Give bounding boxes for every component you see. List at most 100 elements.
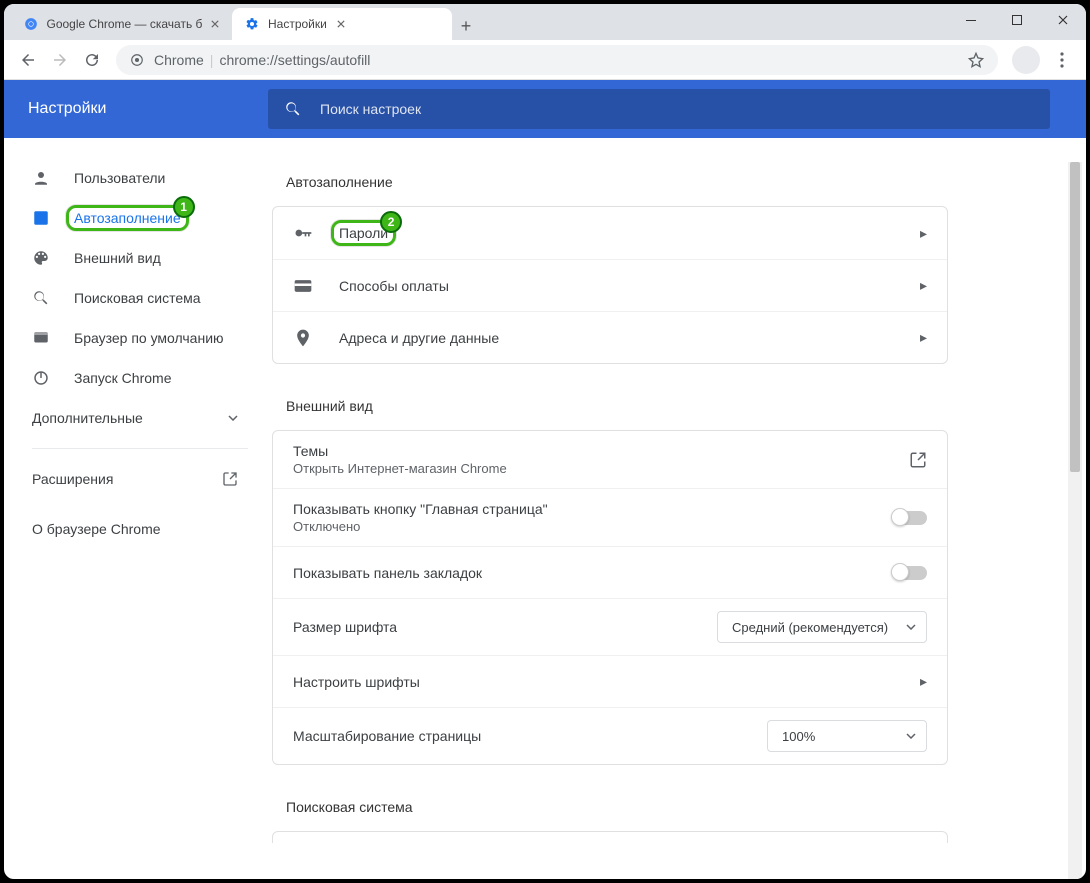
row-label: Темы (293, 443, 909, 459)
search-icon (32, 289, 52, 307)
chevron-down-icon (906, 624, 916, 630)
reload-button[interactable] (76, 44, 108, 76)
chevron-down-icon (906, 733, 916, 739)
bookmarks-toggle[interactable] (893, 566, 927, 580)
row-sublabel: Отключено (293, 519, 893, 534)
power-icon (32, 369, 52, 387)
sidebar-advanced[interactable]: Дополнительные (12, 398, 268, 438)
sidebar-item-search-engine[interactable]: Поисковая система (12, 278, 268, 318)
chrome-icon (130, 53, 144, 67)
sidebar-item-default-browser[interactable]: Браузер по умолчанию (12, 318, 268, 358)
pin-icon (293, 328, 313, 348)
tab-active[interactable]: Настройки (232, 8, 452, 40)
chevron-right-icon: ▸ (920, 225, 927, 242)
row-bookmarks-bar: Показывать панель закладок (273, 546, 947, 598)
card-icon (293, 276, 313, 296)
new-tab-button[interactable]: + (452, 12, 480, 40)
select-value: 100% (782, 729, 815, 744)
open-external-icon (909, 451, 927, 469)
row-label: Масштабирование страницы (293, 728, 767, 744)
address-bar[interactable]: Chrome | chrome://settings/autofill (116, 45, 998, 75)
person-icon (32, 169, 52, 187)
settings-header: Настройки (4, 80, 1086, 138)
toolbar: Chrome | chrome://settings/autofill (4, 40, 1086, 80)
chevron-right-icon: ▸ (920, 277, 927, 294)
row-payment-methods[interactable]: Способы оплаты ▸ (273, 259, 947, 311)
row-home-button: Показывать кнопку "Главная страница" Отк… (273, 488, 947, 546)
close-window-button[interactable] (1040, 4, 1086, 36)
search-card (272, 831, 948, 843)
section-title-search: Поисковая система (286, 799, 948, 815)
tab-title: Настройки (268, 17, 327, 31)
row-sublabel: Открыть Интернет-магазин Chrome (293, 461, 909, 476)
main-panel: Автозаполнение Пароли 2 ▸ (268, 80, 1086, 879)
row-passwords[interactable]: Пароли 2 ▸ (273, 207, 947, 259)
row-label: Показывать кнопку "Главная страница" (293, 501, 893, 517)
profile-avatar[interactable] (1012, 46, 1040, 74)
settings-favicon-icon (244, 16, 260, 32)
sidebar-label: Браузер по умолчанию (74, 330, 224, 346)
chevron-right-icon: ▸ (920, 673, 927, 690)
bookmark-star-icon[interactable] (968, 52, 984, 68)
chevron-right-icon: ▸ (920, 329, 927, 346)
section-title-autofill: Автозаполнение (286, 174, 948, 190)
minimize-button[interactable] (948, 4, 994, 36)
annotation-badge-1: 1 (173, 196, 195, 218)
sidebar-label: Расширения (32, 471, 222, 487)
forward-button[interactable] (44, 44, 76, 76)
scrollbar[interactable] (1068, 162, 1082, 883)
tab-inactive[interactable]: Google Chrome — скачать бесп (12, 8, 232, 40)
tab-title: Google Chrome — скачать бесп (47, 17, 202, 31)
row-addresses[interactable]: Адреса и другие данные ▸ (273, 311, 947, 363)
browser-window: Google Chrome — скачать бесп Настройки + (0, 0, 1090, 883)
home-button-toggle[interactable] (893, 511, 927, 525)
window-controls (948, 4, 1086, 36)
sidebar-label: Запуск Chrome (74, 370, 171, 386)
row-page-zoom: Масштабирование страницы 100% (273, 707, 947, 764)
row-label: Показывать панель закладок (293, 565, 893, 581)
close-tab-icon[interactable] (208, 16, 223, 32)
autofill-card: Пароли 2 ▸ Способы оплаты ▸ (272, 206, 948, 364)
sidebar-item-startup[interactable]: Запуск Chrome (12, 358, 268, 398)
row-label: Настроить шрифты (293, 674, 920, 690)
assignment-icon (32, 209, 52, 227)
sidebar-label: Поисковая система (74, 290, 201, 306)
row-customize-fonts[interactable]: Настроить шрифты ▸ (273, 655, 947, 707)
sidebar-item-users[interactable]: Пользователи (12, 158, 268, 198)
sidebar-about[interactable]: О браузере Chrome (12, 509, 268, 549)
close-tab-icon[interactable] (333, 16, 349, 32)
maximize-button[interactable] (994, 4, 1040, 36)
settings-title: Настройки (4, 100, 268, 118)
select-value: Средний (рекомендуется) (732, 620, 888, 635)
search-settings-box[interactable] (268, 89, 1050, 129)
sidebar-label: Внешний вид (74, 250, 161, 266)
highlight-ring-1 (66, 205, 189, 231)
search-settings-input[interactable] (320, 101, 1034, 117)
zoom-select[interactable]: 100% (767, 720, 927, 752)
sidebar-extensions[interactable]: Расширения (12, 459, 268, 499)
sidebar-label: Пользователи (74, 170, 165, 186)
sidebar-label: О браузере Chrome (32, 521, 161, 537)
sidebar-item-appearance[interactable]: Внешний вид (12, 238, 268, 278)
sidebar: Пользователи Автозаполнение 1 Внешний ви… (4, 80, 268, 879)
sidebar-item-autofill[interactable]: Автозаполнение 1 (12, 198, 268, 238)
url-text: chrome://settings/autofill (219, 52, 968, 68)
content-area: Настройки Пользователи Автозаполнение 1 (4, 80, 1086, 879)
menu-button[interactable] (1046, 44, 1078, 76)
url-prefix: Chrome (154, 52, 204, 68)
back-button[interactable] (12, 44, 44, 76)
key-icon (293, 223, 313, 243)
row-font-size: Размер шрифта Средний (рекомендуется) (273, 598, 947, 655)
row-label: Способы оплаты (339, 278, 920, 294)
browser-icon (32, 329, 52, 347)
chevron-down-icon (228, 415, 238, 421)
section-title-appearance: Внешний вид (286, 398, 948, 414)
palette-icon (32, 249, 52, 267)
row-themes[interactable]: Темы Открыть Интернет-магазин Chrome (273, 431, 947, 488)
search-icon (284, 100, 302, 118)
scrollbar-thumb[interactable] (1070, 162, 1080, 472)
tab-strip: Google Chrome — скачать бесп Настройки + (4, 4, 1086, 40)
font-size-select[interactable]: Средний (рекомендуется) (717, 611, 927, 643)
chrome-favicon-icon (24, 16, 39, 32)
row-label: Адреса и другие данные (339, 330, 920, 346)
